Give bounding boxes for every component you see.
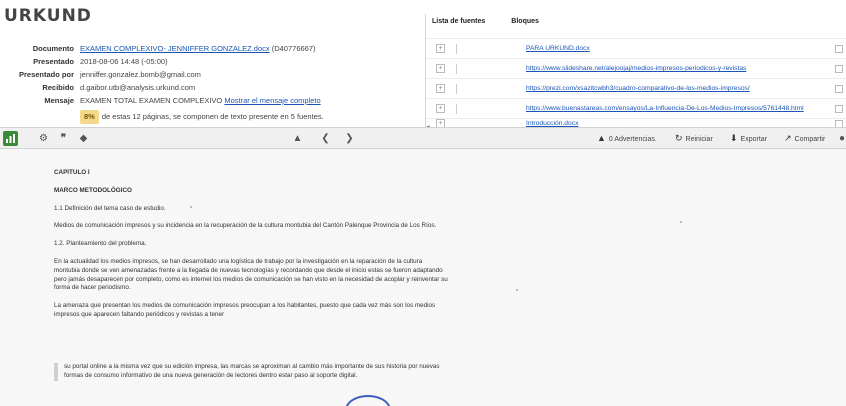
share-label: Compartir [794, 136, 826, 143]
source-row[interactable]: + https://www.buenastareas.com/ensayos/L… [426, 98, 846, 118]
warning-icon: ▲ [597, 133, 606, 143]
meta-row-message: Mensaje EXAMEN TOTAL EXAMEN COMPLEXIVO M… [0, 94, 430, 107]
similarity-note: 8% de estas 12 páginas, se componen de te… [80, 110, 324, 124]
source-row[interactable]: + https://prezi.com/xsazitcwbh3/cuadro-c… [426, 78, 846, 98]
artifact-dot [516, 289, 518, 291]
meta-row-document: Documento EXAMEN COMPLEXIVO- JENNIFFER G… [0, 42, 430, 55]
bar-chart-icon[interactable] [3, 131, 18, 146]
warnings-label: 0 Advertencias. [608, 136, 657, 143]
meta-value: jenniffer.gonzalez.bomb@gmail.com [80, 70, 201, 79]
divider [456, 84, 457, 94]
paragraph: En la actualidad los medios impresos, se… [54, 257, 448, 292]
artifact-dot [680, 221, 682, 223]
meta-value: 2018-08-06 14:48 (-05:00) [80, 57, 168, 66]
similarity-text: de estas 12 páginas, se componen de text… [101, 112, 324, 121]
expand-icon[interactable]: + [436, 104, 445, 113]
document-page: CAPITULO I MARCO METODOLÓGICO 1.1 Defini… [40, 149, 460, 406]
sources-header: Lista de fuentes Bloques [426, 18, 539, 34]
quote-icon[interactable]: ❞ [56, 131, 71, 146]
tag-icon[interactable]: ◆ [76, 131, 91, 146]
meta-row-submitted: Presentado 2018-08-06 14:48 (-05:00) [0, 55, 430, 68]
refresh-icon: ↻ [675, 133, 683, 143]
settings-icon[interactable]: ⚙ [36, 131, 51, 146]
meta-label: Presentado por [18, 70, 74, 79]
tab-blocks[interactable]: Bloques [511, 18, 539, 25]
meta-value: EXAMEN TOTAL EXAMEN COMPLEXIVO Mostrar e… [80, 94, 321, 107]
meta-label: Documento [32, 44, 74, 53]
meta-label: Presentado [33, 57, 74, 66]
meta-label: Mensaje [44, 96, 74, 105]
share-button[interactable]: ↗ Compartir [784, 128, 825, 148]
document-text: CAPITULO I MARCO METODOLÓGICO 1.1 Defini… [54, 169, 449, 329]
source-link[interactable]: PARA URKUND.docx [526, 39, 590, 59]
artifact-dot [190, 206, 192, 208]
source-checkbox[interactable] [835, 105, 843, 113]
toolbar: ⚙ ❞ ◆ ▲ ❮ ❯ ▲ 0 Advertencias. ↻ Reiniciar … [0, 127, 846, 149]
meta-value: EXAMEN COMPLEXIVO- JENNIFFER GONZALEZ.do… [80, 42, 316, 55]
source-link[interactable]: https://prezi.com/xsazitcwbh3/cuadro-com… [526, 79, 750, 99]
message-text: EXAMEN TOTAL EXAMEN COMPLEXIVO [80, 96, 223, 105]
meta-value: d.gaibor.utb@analysis.urkund.com [80, 83, 196, 92]
source-checkbox[interactable] [835, 85, 843, 93]
section-heading: MARCO METODOLÓGICO [54, 186, 132, 194]
document-id: (D40776667) [271, 44, 316, 53]
export-label: Exportar [740, 136, 768, 143]
urkund-logo: URKUND [4, 6, 92, 26]
share-icon: ↗ [784, 133, 792, 143]
expand-icon[interactable]: + [436, 44, 445, 53]
reset-button[interactable]: ↻ Reiniciar [675, 128, 713, 148]
sources-panel: Lista de fuentes Bloques + PARA URKUND.do… [425, 14, 846, 131]
chevron-left-icon[interactable]: ❮ [318, 131, 333, 146]
meta-row-received: Recibido d.gaibor.utb@analysis.urkund.co… [0, 81, 430, 94]
reset-label: Reiniciar [685, 136, 713, 143]
expand-icon[interactable]: + [436, 64, 445, 73]
expand-icon[interactable]: + [436, 84, 445, 93]
source-link[interactable]: https://www.slideshare.net/alejoojaj/med… [526, 59, 746, 79]
divider [456, 104, 457, 114]
source-link[interactable]: https://www.buenastareas.com/ensayos/La-… [526, 99, 804, 119]
subsection-heading: 1.2. Planteamiento del problema. [54, 240, 147, 248]
divider [456, 64, 457, 74]
show-full-message-link[interactable]: Mostrar el mensaje completo [224, 96, 320, 105]
matched-passage[interactable]: su portal online a la misma vez que su e… [54, 363, 449, 381]
paragraph: La amenaza que presentan los medios de c… [54, 302, 436, 318]
meta-row-submitted-by: Presentado por jenniffer.gonzalez.bomb@g… [0, 68, 430, 81]
highlight-circle [345, 395, 391, 406]
tab-source-list[interactable]: Lista de fuentes [432, 18, 485, 25]
more-icon[interactable]: ● [838, 131, 846, 145]
similarity-badge: 8% [80, 110, 99, 124]
chapter-heading: CAPITULO I [54, 169, 90, 176]
download-icon: ⬇ [730, 133, 738, 143]
document-link[interactable]: EXAMEN COMPLEXIVO- JENNIFFER GONZALEZ.do… [80, 44, 270, 53]
document-viewer: CAPITULO I MARCO METODOLÓGICO 1.1 Defini… [0, 149, 846, 406]
source-row[interactable]: + PARA URKUND.docx [426, 38, 846, 58]
arrow-up-icon[interactable]: ▲ [290, 131, 305, 146]
source-checkbox[interactable] [835, 45, 843, 53]
divider [456, 44, 457, 54]
report-header: URKUND Documento EXAMEN COMPLEXIVO- JENN… [0, 0, 846, 131]
paragraph: Medios de comunicación impresos y su inc… [54, 222, 437, 230]
meta-label: Recibido [42, 83, 74, 92]
source-checkbox[interactable] [835, 65, 843, 73]
export-button[interactable]: ⬇ Exportar [730, 128, 767, 148]
warnings-button[interactable]: ▲ 0 Advertencias. [597, 128, 657, 148]
subsection-heading: 1.1 Definición del tema caso de estudio. [54, 204, 166, 212]
chevron-right-icon[interactable]: ❯ [342, 131, 357, 146]
source-row[interactable]: + https://www.slideshare.net/alejoojaj/m… [426, 58, 846, 78]
document-metadata: Documento EXAMEN COMPLEXIVO- JENNIFFER G… [0, 42, 430, 107]
